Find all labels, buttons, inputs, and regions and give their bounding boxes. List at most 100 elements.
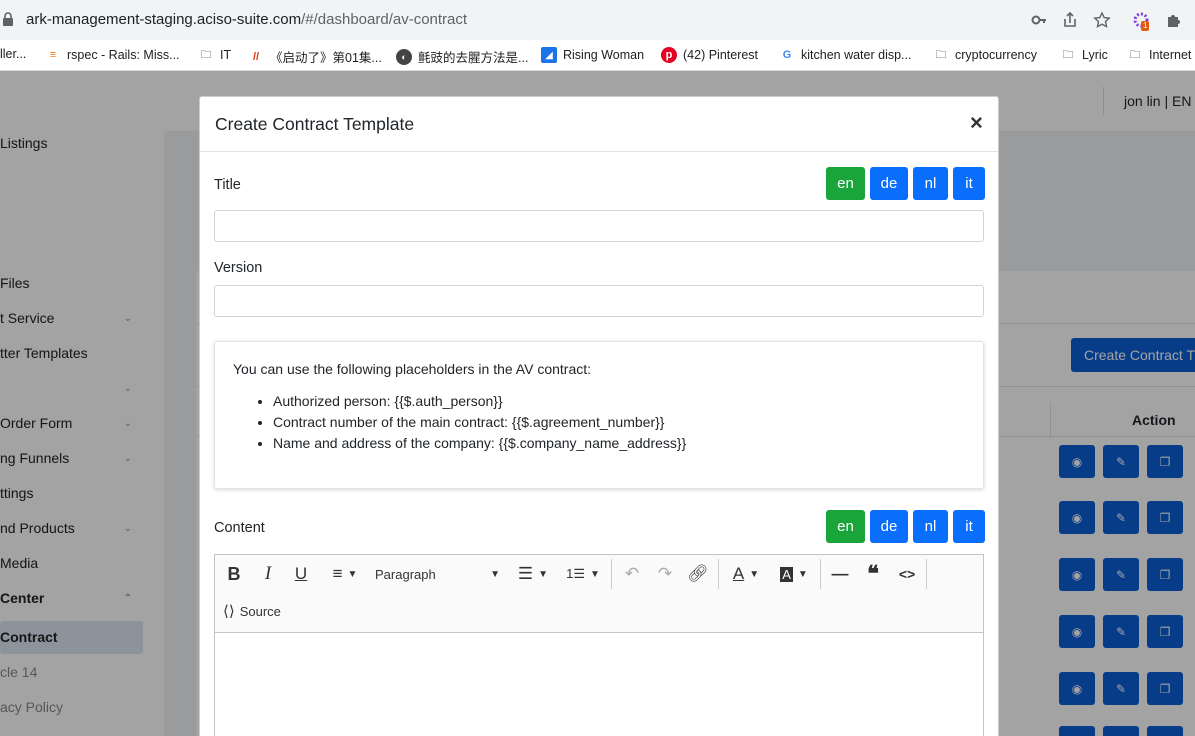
url-host: ark-management-staging.aciso-suite.com — [26, 11, 302, 28]
key-icon[interactable] — [1030, 11, 1048, 29]
lang-button-en[interactable]: en — [826, 167, 865, 200]
browser-url-bar: ark-management-staging.aciso-suite.com/#… — [0, 0, 1195, 40]
list-item: Authorized person: {{$.auth_person}} — [273, 391, 965, 412]
bookmark-item[interactable]: 🗀 Lyric — [1060, 47, 1108, 63]
folder-icon: 🗀 — [1129, 48, 1141, 61]
bookmark-item[interactable]: p (42) Pinterest — [661, 47, 758, 63]
link-icon[interactable]: 🔗︎ — [686, 559, 710, 589]
rich-text-editor: B I U ≡ ▼ Paragraph ▼ ☰ ▼ 1☰ ▼ ↶ ↷ 🔗︎ A ▼ A ▼ … — [214, 554, 984, 736]
redo-icon[interactable]: ↷ — [653, 559, 677, 589]
heading-select-value: Paragraph — [375, 566, 436, 582]
bookmark-label: kitchen water disp... — [801, 48, 912, 62]
editor-toolbar: B I U ≡ ▼ Paragraph ▼ ☰ ▼ 1☰ ▼ ↶ ↷ 🔗︎ A ▼ A ▼ … — [215, 555, 983, 633]
bookmark-item[interactable]: 🗀 Internet — [1127, 47, 1192, 63]
folder-icon: 🗀 — [200, 48, 212, 61]
toolbar-divider — [718, 559, 719, 589]
numbered-list-dropdown[interactable]: 1☰ ▼ — [563, 559, 603, 589]
create-contract-template-modal: Create Contract Template × Title en de n… — [199, 96, 999, 736]
bookmark-label: Rising Woman — [563, 48, 645, 62]
blockquote-icon[interactable]: ❝ — [861, 559, 885, 589]
lang-button-de[interactable]: de — [870, 167, 908, 200]
bookmark-label: Internet — [1149, 48, 1192, 62]
bookmark-label: ller... — [0, 47, 27, 61]
bookmark-label: rspec - Rails: Miss... — [67, 48, 180, 62]
bookmark-label: IT — [220, 48, 232, 62]
italic-icon[interactable]: I — [257, 559, 279, 589]
toolbar-divider — [820, 559, 821, 589]
site-icon: ◢ — [541, 47, 557, 63]
editor-content-area[interactable] — [215, 633, 983, 736]
background-color-icon: A — [780, 566, 793, 582]
chevron-down-icon: ▼ — [589, 568, 600, 580]
lang-button-it[interactable]: it — [953, 167, 985, 200]
align-dropdown[interactable]: ≡ ▼ — [325, 559, 365, 589]
font-color-dropdown[interactable]: A ▼ — [727, 559, 765, 589]
lang-button-nl[interactable]: nl — [913, 510, 948, 543]
globe-icon: ◐ — [396, 48, 412, 65]
lang-button-nl[interactable]: nl — [913, 167, 948, 200]
source-button[interactable]: ⟨⟩ Source — [223, 596, 293, 626]
version-input[interactable] — [214, 285, 984, 317]
bookmark-item[interactable]: 🗀 cryptocurrency — [933, 47, 1037, 63]
chevron-down-icon: ▼ — [797, 568, 808, 580]
folder-icon: 🗀 — [1062, 48, 1074, 61]
puzzle-icon[interactable] — [1165, 11, 1183, 29]
google-icon: G — [782, 49, 792, 61]
bookmark-item[interactable]: ller... — [0, 47, 26, 61]
extension-badge: 1 — [1141, 21, 1150, 31]
bookmark-item[interactable]: // 《启动了》第01集... — [248, 47, 382, 66]
lock-icon — [3, 12, 13, 26]
bookmark-star-icon[interactable] — [1093, 11, 1111, 29]
chevron-down-icon: ▼ — [749, 568, 760, 580]
underline-icon[interactable]: U — [290, 559, 312, 589]
bookmark-item[interactable]: ◢ Rising Woman — [541, 47, 644, 63]
title-input[interactable] — [214, 210, 984, 242]
list-item: Contract number of the main contract: {{… — [273, 412, 965, 433]
pinterest-icon: p — [661, 47, 677, 63]
bookmark-label: cryptocurrency — [955, 48, 1037, 62]
lang-button-en[interactable]: en — [826, 510, 865, 543]
bookmark-item[interactable]: Gkitchen water disp... — [779, 47, 912, 63]
title-label: Title — [214, 177, 241, 193]
site-icon: // — [252, 50, 260, 63]
title-language-switcher: en de nl it — [826, 167, 985, 200]
bulleted-list-dropdown[interactable]: ☰ ▼ — [513, 559, 553, 589]
bookmark-label: 氈豉的去腥方法是... — [418, 51, 529, 65]
lang-button-it[interactable]: it — [953, 510, 985, 543]
placeholder-info-box: You can use the following placeholders i… — [214, 341, 984, 489]
bookmark-item[interactable]: ◐ 氈豉的去腥方法是... — [396, 47, 528, 66]
undo-icon[interactable]: ↶ — [620, 559, 644, 589]
placeholder-list: Authorized person: {{$.auth_person}} Con… — [233, 391, 965, 454]
chevron-down-icon: ▼ — [347, 568, 358, 580]
stackoverflow-icon: ≡ — [49, 49, 57, 61]
bookmark-item[interactable]: ≡ rspec - Rails: Miss... — [45, 47, 180, 63]
url-text[interactable]: ark-management-staging.aciso-suite.com/#… — [26, 11, 467, 28]
close-icon[interactable]: × — [970, 111, 983, 135]
numbered-list-icon: 1☰ — [566, 566, 585, 581]
horizontal-line-icon[interactable]: — — [828, 559, 852, 589]
version-label: Version — [214, 260, 263, 276]
heading-select[interactable]: Paragraph ▼ — [375, 559, 500, 589]
chevron-down-icon: ▼ — [490, 568, 500, 580]
modal-header: Create Contract Template × — [200, 97, 998, 152]
modal-title: Create Contract Template — [215, 114, 415, 134]
code-icon[interactable]: <> — [895, 559, 919, 589]
share-icon[interactable] — [1061, 11, 1079, 29]
lang-button-de[interactable]: de — [870, 510, 908, 543]
toolbar-divider — [611, 559, 612, 589]
bookmark-item[interactable]: 🗀 IT — [198, 47, 232, 63]
bulleted-list-icon: ☰ — [517, 564, 534, 583]
bookmarks-bar: ller... ≡ rspec - Rails: Miss... 🗀 IT // 《启… — [0, 40, 1195, 71]
background-color-dropdown[interactable]: A ▼ — [775, 559, 813, 589]
font-color-icon: A — [732, 564, 745, 583]
content-label: Content — [214, 520, 265, 536]
extension-icon[interactable]: 1 — [1132, 11, 1152, 31]
bold-icon[interactable]: B — [223, 559, 245, 589]
bookmark-label: (42) Pinterest — [683, 48, 759, 62]
folder-icon: 🗀 — [935, 48, 947, 61]
chevron-down-icon: ▼ — [538, 568, 549, 580]
source-label: Source — [239, 603, 281, 619]
placeholder-intro: You can use the following placeholders i… — [233, 361, 592, 377]
bookmark-label: Lyric — [1082, 48, 1108, 62]
content-language-switcher: en de nl it — [826, 510, 985, 543]
